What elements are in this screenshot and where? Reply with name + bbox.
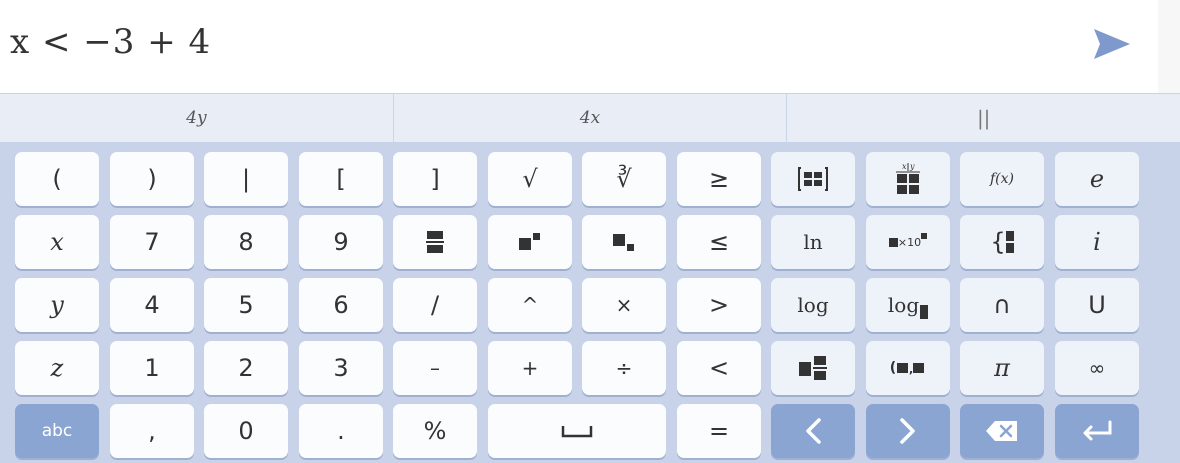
key-matrix[interactable] xyxy=(771,152,855,206)
suggestion-bar: 4y 4x || xyxy=(0,93,1180,142)
superscript-icon xyxy=(519,233,540,250)
suggestion-4x[interactable]: 4x xyxy=(394,94,788,142)
key-ln[interactable]: ln xyxy=(771,215,855,269)
key-sci-notation[interactable]: ×10 xyxy=(866,215,950,269)
suggestion-abs[interactable]: || xyxy=(787,94,1180,142)
key-nth-root[interactable]: ∛ xyxy=(582,152,666,206)
key-point[interactable]: ( , xyxy=(866,341,950,395)
key-log-base[interactable]: log xyxy=(866,278,950,332)
sci-exponent-box xyxy=(921,233,928,239)
key-equals[interactable]: = xyxy=(677,404,761,458)
key-percent[interactable]: % xyxy=(393,404,477,458)
key-infinity[interactable]: ∞ xyxy=(1055,341,1139,395)
key-4[interactable]: 4 xyxy=(110,278,194,332)
math-expression[interactable]: x < −3 + 4 xyxy=(10,22,211,62)
key-minus[interactable]: – xyxy=(393,341,477,395)
sci-times-ten: ×10 xyxy=(897,235,922,249)
key-caret[interactable]: ^ xyxy=(488,278,572,332)
math-input-bar[interactable]: x < −3 + 4 xyxy=(0,0,1158,93)
key-imaginary[interactable]: i xyxy=(1055,215,1139,269)
svg-text:x: x xyxy=(902,162,907,171)
math-keyboard: ( ) | [ ] √ ∛ ≥ x y f(x) e x 7 8 9 ≤ ln … xyxy=(0,142,1180,463)
cursor-left-button[interactable] xyxy=(771,404,855,458)
space-icon xyxy=(561,426,593,438)
table-icon: x y xyxy=(896,162,920,194)
suggestion-4y[interactable]: 4y xyxy=(0,94,394,142)
svg-text:,: , xyxy=(909,363,913,375)
key-divide-slash[interactable]: / xyxy=(393,278,477,332)
matrix-icon xyxy=(798,167,828,191)
key-less-equal[interactable]: ≤ xyxy=(677,215,761,269)
point-icon: , xyxy=(897,363,925,375)
key-subscript[interactable] xyxy=(582,215,666,269)
key-0[interactable]: 0 xyxy=(204,404,288,458)
key-y[interactable]: y xyxy=(15,278,99,332)
key-fraction[interactable] xyxy=(393,215,477,269)
key-mixed-fraction[interactable] xyxy=(771,341,855,395)
backspace-icon xyxy=(986,421,1017,441)
key-z[interactable]: z xyxy=(15,341,99,395)
key-table[interactable]: x y xyxy=(866,152,950,206)
key-sqrt[interactable]: √ xyxy=(488,152,572,206)
cursor-right-button[interactable] xyxy=(866,404,950,458)
chevron-left-icon xyxy=(806,418,821,444)
key-5[interactable]: 5 xyxy=(204,278,288,332)
mixed-fraction-icon xyxy=(799,356,827,380)
svg-text:y: y xyxy=(909,162,915,171)
key-union[interactable]: U xyxy=(1055,278,1139,332)
sci-base-box xyxy=(888,237,898,247)
key-9[interactable]: 9 xyxy=(299,215,383,269)
key-pi[interactable]: π xyxy=(960,341,1044,395)
send-icon[interactable] xyxy=(1092,27,1132,61)
key-plus[interactable]: + xyxy=(488,341,572,395)
key-open-bracket[interactable]: [ xyxy=(299,152,383,206)
key-7[interactable]: 7 xyxy=(110,215,194,269)
key-decimal[interactable]: . xyxy=(299,404,383,458)
key-6[interactable]: 6 xyxy=(299,278,383,332)
key-x[interactable]: x xyxy=(15,215,99,269)
key-2[interactable]: 2 xyxy=(204,341,288,395)
key-8[interactable]: 8 xyxy=(204,215,288,269)
log-base-label: log xyxy=(887,293,920,317)
key-piecewise[interactable]: { xyxy=(960,215,1044,269)
key-division[interactable]: ÷ xyxy=(582,341,666,395)
backspace-button[interactable] xyxy=(960,404,1044,458)
key-abs-bar[interactable]: | xyxy=(204,152,288,206)
fraction-icon xyxy=(426,231,444,253)
key-euler[interactable]: e xyxy=(1055,152,1139,206)
key-greater[interactable]: > xyxy=(677,278,761,332)
piecewise-icon xyxy=(1005,231,1014,253)
piecewise-brace: { xyxy=(990,228,1006,256)
key-1[interactable]: 1 xyxy=(110,341,194,395)
key-superscript[interactable] xyxy=(488,215,572,269)
abc-toggle-button[interactable]: abc xyxy=(15,404,99,458)
log-base-box xyxy=(920,305,929,319)
subscript-icon xyxy=(613,234,634,251)
key-space[interactable] xyxy=(488,404,666,458)
enter-icon xyxy=(1083,420,1112,441)
key-3[interactable]: 3 xyxy=(299,341,383,395)
key-less[interactable]: < xyxy=(677,341,761,395)
side-strip xyxy=(1158,0,1180,93)
key-intersection[interactable]: ∩ xyxy=(960,278,1044,332)
key-log[interactable]: log xyxy=(771,278,855,332)
chevron-right-icon xyxy=(900,418,915,444)
key-function[interactable]: f(x) xyxy=(960,152,1044,206)
key-comma[interactable]: , xyxy=(110,404,194,458)
key-close-bracket[interactable]: ] xyxy=(393,152,477,206)
enter-button[interactable] xyxy=(1055,404,1139,458)
key-multiply[interactable]: × xyxy=(582,278,666,332)
key-open-paren[interactable]: ( xyxy=(15,152,99,206)
key-close-paren[interactable]: ) xyxy=(110,152,194,206)
key-greater-equal[interactable]: ≥ xyxy=(677,152,761,206)
